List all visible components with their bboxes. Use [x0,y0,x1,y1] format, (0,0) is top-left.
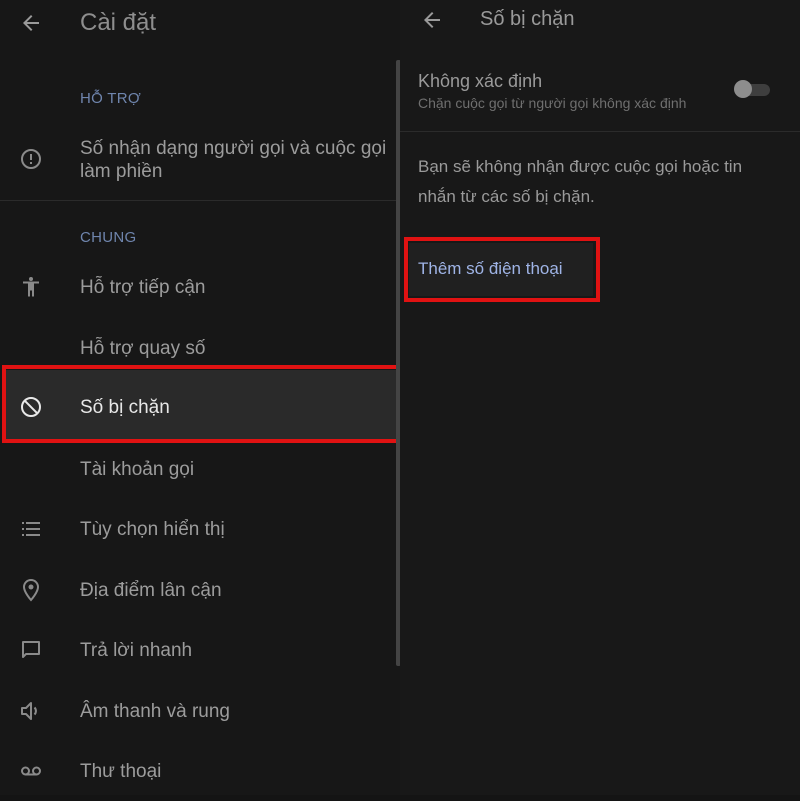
unknown-callers-title: Không xác định [418,71,543,91]
settings-item-calling-accounts[interactable]: Tài khoản gọi [0,439,396,499]
divider [0,200,396,201]
settings-item-label: Tài khoản gọi [80,459,195,480]
page-title: Số bị chặn [480,8,575,30]
section-header-support: HỖ TRỢ [80,90,142,107]
divider [400,131,800,132]
settings-item-nearby-places[interactable]: Địa điểm lân cận [0,560,396,620]
back-arrow-icon[interactable] [420,8,444,32]
section-header-general: CHUNG [80,229,137,246]
add-number-button[interactable]: Thêm số điện thoại [409,243,593,296]
settings-item-caller-id[interactable]: Số nhận dạng người gọi và cuộc gọi làm p… [0,128,396,190]
settings-item-label: Địa điểm lân cận [80,580,222,601]
settings-item-label: Tùy chọn hiển thị [80,519,225,540]
toggle-thumb [734,80,752,98]
page-title: Cài đặt [80,9,157,36]
unknown-callers-toggle[interactable] [734,80,770,98]
settings-item-label: Âm thanh và rung [80,701,230,722]
voicemail-icon [19,759,43,783]
settings-item-label: Số bị chặn [80,397,170,418]
volume-icon [19,699,43,723]
alert-circle-icon [19,147,43,171]
add-number-label: Thêm số điện thoại [418,259,563,278]
settings-item-label: Hỗ trợ tiếp cận [80,277,206,298]
settings-item-label: Trả lời nhanh [80,640,193,661]
blocked-numbers-pane: Số bị chặn Không xác định Chặn cuộc gọi … [400,0,800,795]
message-icon [19,638,43,662]
settings-item-label: Hỗ trợ quay số [80,338,206,359]
settings-item-display-options[interactable]: Tùy chọn hiển thị [0,499,396,559]
block-icon [19,395,43,419]
location-pin-icon [19,578,43,602]
blocked-info-text: Bạn sẽ không nhận được cuộc gọi hoặc tin… [418,157,743,206]
unknown-callers-subtitle: Chặn cuộc gọi từ người gọi không xác địn… [418,95,687,111]
settings-item-accessibility[interactable]: Hỗ trợ tiếp cận [0,257,396,317]
settings-item-dialing-assist[interactable]: Hỗ trợ quay số [0,318,396,378]
settings-item-sounds-vibration[interactable]: Âm thanh và rung [0,681,396,741]
settings-item-quick-responses[interactable]: Trả lời nhanh [0,620,396,680]
accessibility-icon [19,275,43,299]
list-icon [19,517,43,541]
settings-item-voicemail[interactable]: Thư thoại [0,741,396,801]
settings-item-label: Số nhận dạng người gọi và cuộc gọi làm p… [80,138,387,182]
settings-pane: Cài đặt HỖ TRỢ Số nhận dạng người gọi và… [0,0,401,795]
settings-item-blocked-numbers[interactable]: Số bị chặn [5,370,397,440]
settings-item-label: Thư thoại [80,761,162,782]
back-arrow-icon[interactable] [19,11,43,35]
